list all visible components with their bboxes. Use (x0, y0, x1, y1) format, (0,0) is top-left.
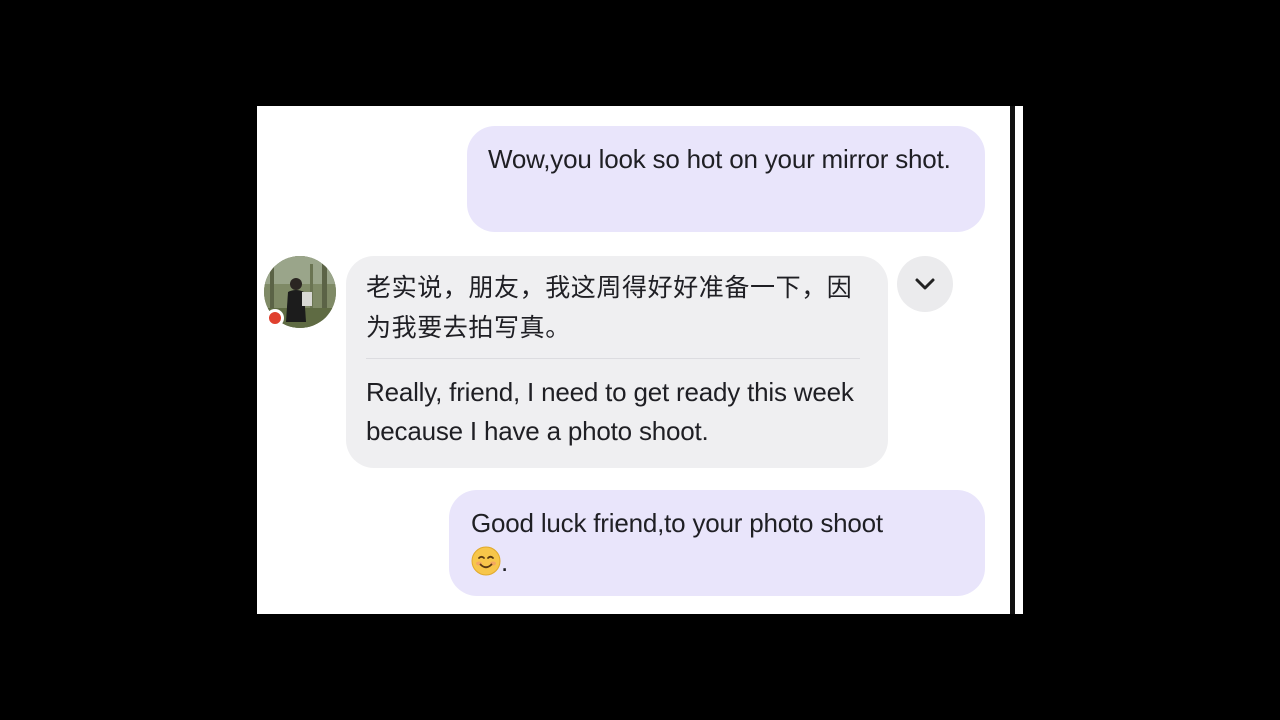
pane-gutter (1015, 106, 1023, 614)
message-options-button[interactable] (897, 256, 953, 312)
presence-indicator (266, 309, 284, 327)
message-trailing-text: . (501, 547, 509, 577)
message-text: Wow,you look so hot on your mirror shot. (488, 144, 951, 174)
translated-message-text: Really, friend, I need to get ready this… (366, 377, 854, 446)
received-message-bubble[interactable]: 老实说，朋友，我这周得好好准备一下，因为我要去拍写真。 Really, frie… (346, 256, 888, 468)
chevron-down-icon (915, 278, 935, 290)
smiling-face-icon (471, 546, 501, 576)
sent-message-bubble[interactable]: Wow,you look so hot on your mirror shot. (467, 126, 985, 232)
chat-conversation: Wow,you look so hot on your mirror shot.… (257, 106, 1007, 614)
sent-message-bubble[interactable]: Good luck friend,to your photo shoot . (449, 490, 985, 596)
translation-divider (366, 358, 860, 359)
original-message-text: 老实说，朋友，我这周得好好准备一下，因为我要去拍写真。 (366, 273, 853, 342)
message-text: Good luck friend,to your photo shoot (471, 508, 883, 538)
